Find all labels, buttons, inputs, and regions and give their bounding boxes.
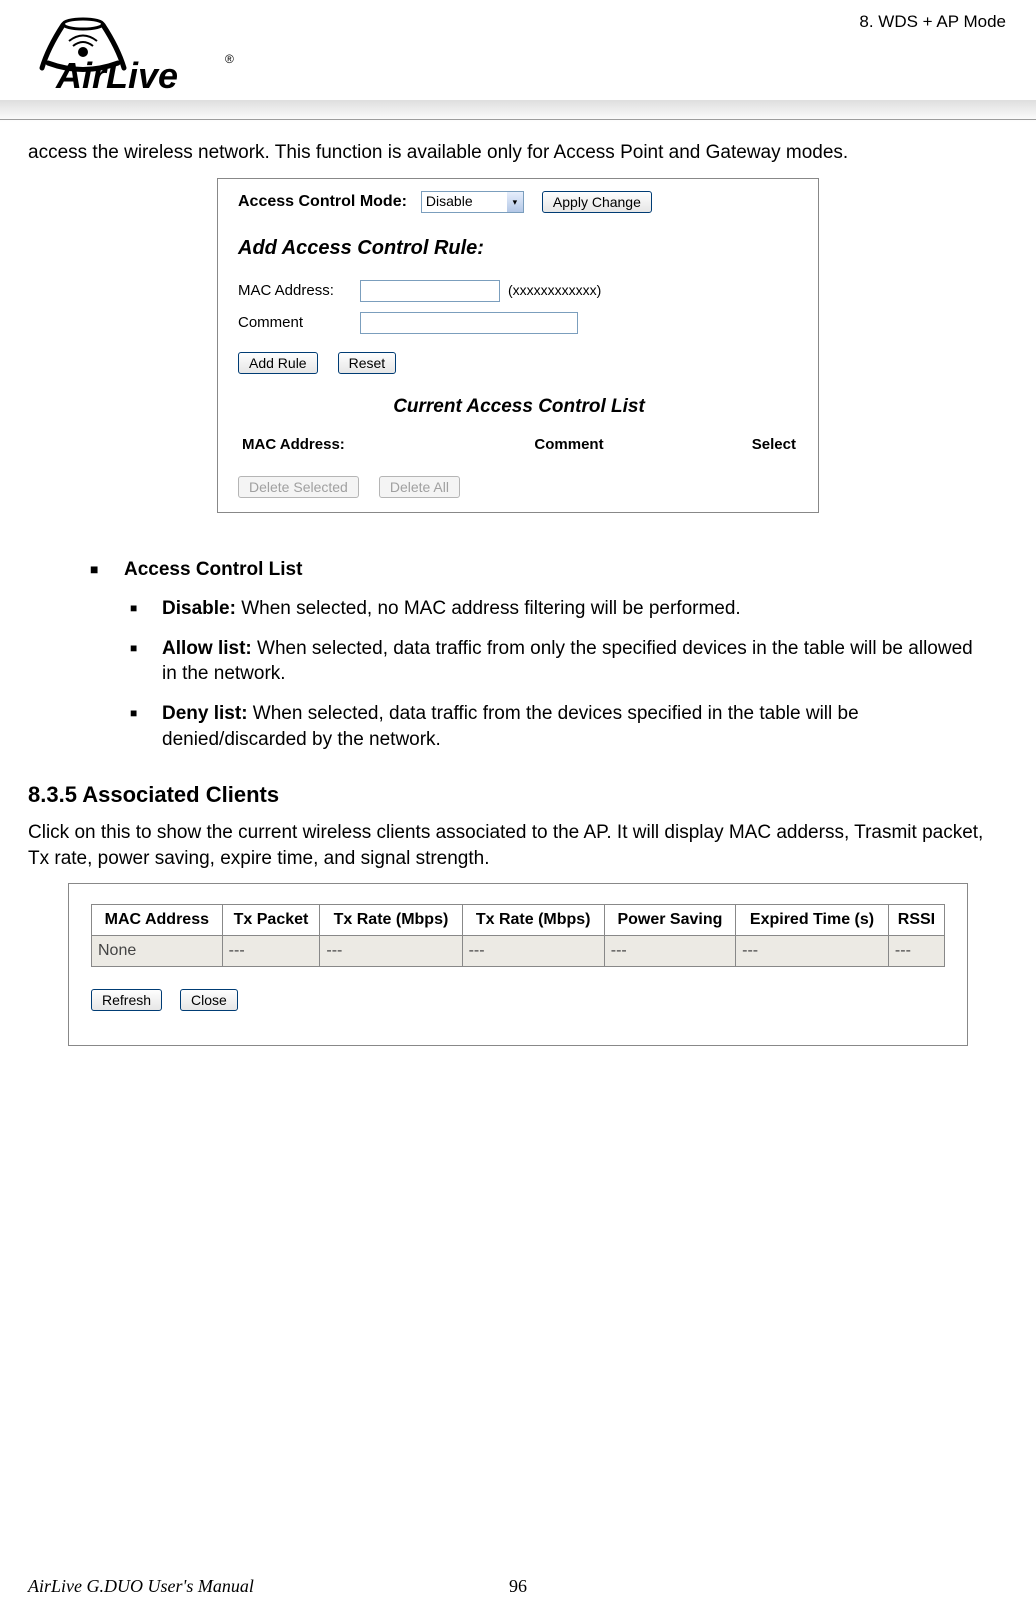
refresh-button[interactable]: Refresh bbox=[91, 989, 162, 1011]
col-rssi: RSSI bbox=[888, 905, 944, 936]
mac-address-label: MAC Address: bbox=[238, 281, 360, 301]
comment-label: Comment bbox=[238, 313, 360, 333]
chevron-down-icon[interactable]: ▾ bbox=[507, 191, 524, 213]
comment-input[interactable] bbox=[360, 312, 578, 334]
intro-text: access the wireless network. This functi… bbox=[28, 140, 1008, 166]
associated-clients-dialog: MAC Address Tx Packet Tx Rate (Mbps) Tx … bbox=[68, 883, 968, 1045]
current-list-heading: Current Access Control List bbox=[238, 394, 800, 420]
col-comment: Comment bbox=[442, 435, 696, 455]
cell-txpacket: --- bbox=[222, 935, 320, 966]
footer-manual-name: AirLive G.DUO User's Manual bbox=[28, 1576, 254, 1597]
col-tx-packet: Tx Packet bbox=[222, 905, 320, 936]
access-control-mode-label: Access Control Mode: bbox=[238, 191, 407, 213]
main-content: access the wireless network. This functi… bbox=[0, 120, 1036, 1046]
cell-power: --- bbox=[604, 935, 735, 966]
page-footer: AirLive G.DUO User's Manual 96 bbox=[28, 1576, 1008, 1597]
deny-text: When selected, data traffic from the dev… bbox=[162, 703, 859, 750]
reset-button[interactable]: Reset bbox=[338, 352, 397, 374]
chapter-title: 8. WDS + AP Mode bbox=[859, 12, 1006, 32]
col-mac-address: MAC Address bbox=[92, 905, 223, 936]
acl-header-row: MAC Address: Comment Select bbox=[238, 433, 800, 457]
section-8-3-5-text: Click on this to show the current wirele… bbox=[28, 820, 1008, 871]
clients-table: MAC Address Tx Packet Tx Rate (Mbps) Tx … bbox=[91, 904, 945, 966]
col-mac: MAC Address: bbox=[242, 435, 442, 455]
svg-text:®: ® bbox=[225, 52, 234, 66]
disable-text: When selected, no MAC address filtering … bbox=[236, 598, 741, 619]
col-tx-rate-1: Tx Rate (Mbps) bbox=[320, 905, 462, 936]
allow-label: Allow list: bbox=[162, 638, 252, 659]
col-tx-rate-2: Tx Rate (Mbps) bbox=[462, 905, 604, 936]
acl-bullet-title: Access Control List bbox=[90, 557, 988, 583]
close-button[interactable]: Close bbox=[180, 989, 238, 1011]
section-8-3-5-heading: 8.3.5 Associated Clients bbox=[28, 780, 1008, 810]
add-rule-button[interactable]: Add Rule bbox=[238, 352, 318, 374]
col-expired-time: Expired Time (s) bbox=[736, 905, 889, 936]
brand-logo: AirLive ® bbox=[28, 8, 258, 94]
mac-address-input[interactable] bbox=[360, 280, 500, 302]
add-rule-heading: Add Access Control Rule: bbox=[238, 235, 800, 262]
access-control-dialog: Access Control Mode: Disable ▾ Apply Cha… bbox=[217, 178, 819, 513]
cell-txrate1: --- bbox=[320, 935, 462, 966]
apply-change-button[interactable]: Apply Change bbox=[542, 191, 652, 213]
page-header: 8. WDS + AP Mode AirLive ® bbox=[0, 0, 1036, 120]
mac-format-hint: (xxxxxxxxxxxx) bbox=[508, 281, 601, 300]
col-power-saving: Power Saving bbox=[604, 905, 735, 936]
cell-rssi: --- bbox=[888, 935, 944, 966]
svg-text:AirLive: AirLive bbox=[55, 55, 178, 94]
header-divider bbox=[0, 100, 1036, 122]
select-value: Disable bbox=[421, 191, 507, 213]
acl-deny-item: Deny list: When selected, data traffic f… bbox=[90, 701, 988, 752]
delete-all-button[interactable]: Delete All bbox=[379, 476, 460, 498]
acl-disable-item: Disable: When selected, no MAC address f… bbox=[90, 596, 988, 622]
clients-data-row: None --- --- --- --- --- --- bbox=[92, 935, 945, 966]
cell-mac: None bbox=[92, 935, 223, 966]
cell-txrate2: --- bbox=[462, 935, 604, 966]
deny-label: Deny list: bbox=[162, 703, 248, 724]
acl-allow-item: Allow list: When selected, data traffic … bbox=[90, 636, 988, 687]
col-select: Select bbox=[696, 435, 796, 455]
delete-selected-button[interactable]: Delete Selected bbox=[238, 476, 359, 498]
access-control-mode-select[interactable]: Disable ▾ bbox=[421, 191, 524, 213]
cell-expired: --- bbox=[736, 935, 889, 966]
clients-header-row: MAC Address Tx Packet Tx Rate (Mbps) Tx … bbox=[92, 905, 945, 936]
airlive-logo-icon: AirLive ® bbox=[28, 8, 258, 94]
footer-page-number: 96 bbox=[509, 1576, 527, 1597]
allow-text: When selected, data traffic from only th… bbox=[162, 638, 973, 685]
access-control-description: Access Control List Disable: When select… bbox=[28, 543, 1008, 753]
disable-label: Disable: bbox=[162, 598, 236, 619]
